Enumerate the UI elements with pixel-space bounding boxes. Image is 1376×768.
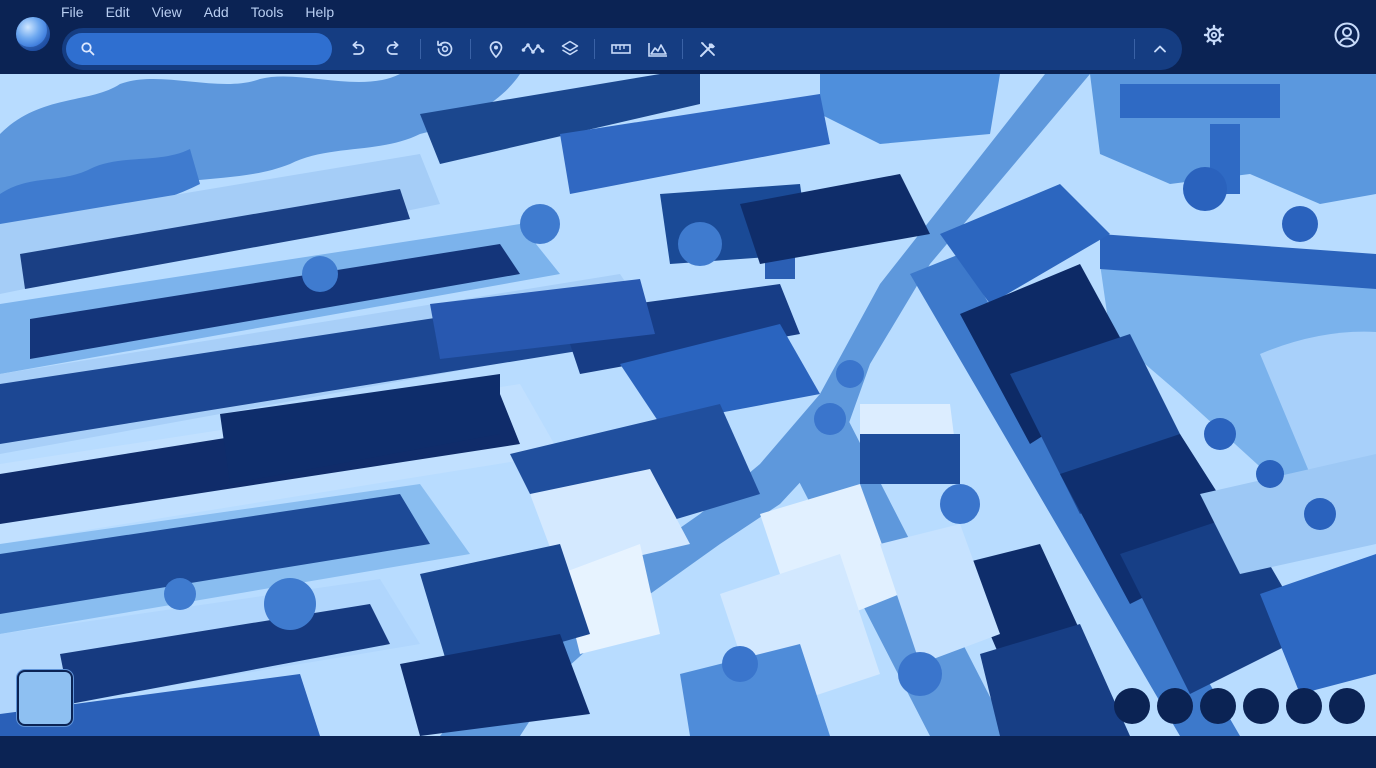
- map-control-button[interactable]: [1157, 688, 1193, 724]
- settings-button[interactable]: [1202, 23, 1226, 47]
- menu-bar: File Edit View Add Tools Help: [61, 3, 356, 21]
- redo-button[interactable]: [382, 37, 406, 61]
- search-input[interactable]: [102, 37, 326, 63]
- map-viewport[interactable]: [0, 74, 1376, 736]
- collapse-toolbar-button[interactable]: [1148, 37, 1172, 61]
- layers-button[interactable]: [558, 37, 582, 61]
- undo-button[interactable]: [345, 37, 369, 61]
- ruler-icon: [611, 44, 631, 54]
- app-logo-icon[interactable]: [16, 17, 50, 51]
- measure-button[interactable]: [609, 37, 633, 61]
- menu-file[interactable]: File: [61, 3, 84, 21]
- tools-button[interactable]: [696, 37, 720, 61]
- menu-view[interactable]: View: [152, 3, 182, 21]
- search-box[interactable]: [66, 33, 332, 65]
- menu-tools[interactable]: Tools: [251, 3, 284, 21]
- toolbar-divider: [682, 39, 683, 59]
- elevation-profile-button[interactable]: [646, 37, 670, 61]
- menu-help[interactable]: Help: [305, 3, 334, 21]
- history-icon: [437, 40, 453, 57]
- path-icon: [521, 43, 545, 54]
- layers-icon: [561, 40, 579, 56]
- tools-icon: [700, 42, 715, 57]
- map-control-button[interactable]: [1243, 688, 1279, 724]
- account-button[interactable]: [1333, 21, 1361, 49]
- add-path-button[interactable]: [521, 37, 545, 61]
- search-icon: [81, 42, 95, 56]
- map-control-button[interactable]: [1329, 688, 1365, 724]
- undo-icon: [352, 41, 365, 55]
- toolbar-divider: [594, 39, 595, 59]
- toolbar-divider: [420, 39, 421, 59]
- map-style-thumbnail[interactable]: [17, 670, 73, 726]
- history-button[interactable]: [433, 37, 457, 61]
- placemark-icon: [489, 41, 503, 59]
- aerial-town-view[interactable]: [0, 74, 1376, 736]
- status-bar: [0, 736, 1376, 768]
- toolbar-divider: [470, 39, 471, 59]
- map-control-button[interactable]: [1286, 688, 1322, 724]
- add-placemark-button[interactable]: [484, 37, 508, 61]
- main-toolbar: [62, 28, 1182, 70]
- top-app-bar: File Edit View Add Tools Help: [0, 0, 1376, 74]
- menu-add[interactable]: Add: [204, 3, 229, 21]
- elevation-icon: [648, 43, 667, 57]
- map-control-button[interactable]: [1200, 688, 1236, 724]
- menu-edit[interactable]: Edit: [106, 3, 130, 21]
- account-icon: [1334, 22, 1360, 48]
- redo-icon: [386, 41, 399, 55]
- map-control-button[interactable]: [1114, 688, 1150, 724]
- toolbar-divider: [1134, 39, 1135, 59]
- gear-icon: [1203, 24, 1225, 46]
- bottom-map-controls: [1114, 688, 1365, 724]
- chevron-up-icon: [1154, 45, 1166, 53]
